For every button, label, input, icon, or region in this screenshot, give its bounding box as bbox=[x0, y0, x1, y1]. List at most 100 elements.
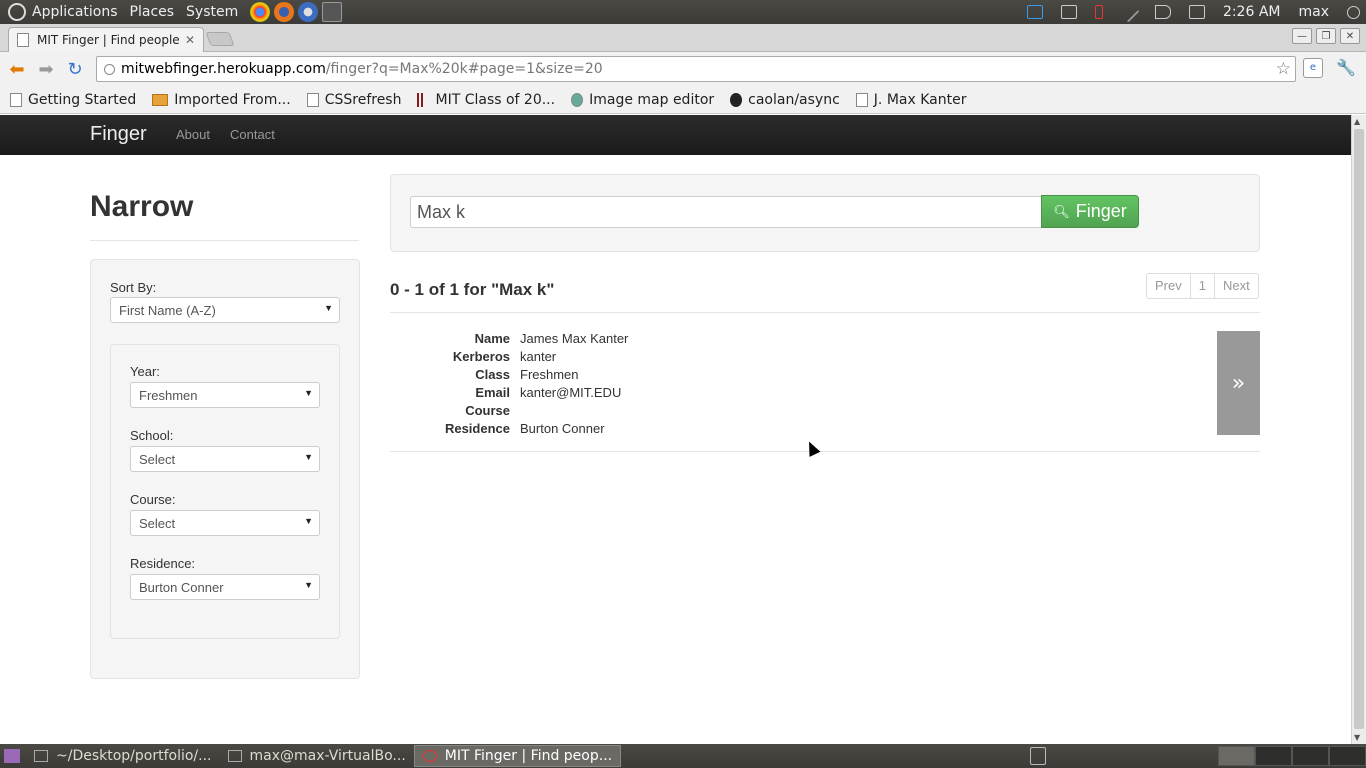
divider bbox=[390, 451, 1260, 452]
trash-icon[interactable] bbox=[1030, 747, 1046, 765]
workspace-3[interactable] bbox=[1292, 746, 1329, 766]
taskbar-item-nautilus[interactable]: ~/Desktop/portfolio/... bbox=[26, 745, 220, 767]
search-input[interactable]: Max k bbox=[410, 196, 1042, 228]
tab-title: MIT Finger | Find people a bbox=[37, 33, 179, 47]
bookmark-item[interactable]: caolan/async bbox=[730, 92, 840, 108]
map-icon bbox=[571, 92, 584, 107]
forward-icon[interactable]: ➡ bbox=[34, 57, 58, 81]
menu-places[interactable]: Places bbox=[130, 4, 175, 20]
bookmark-star-icon[interactable]: ☆ bbox=[1276, 59, 1291, 79]
folder-icon bbox=[152, 93, 169, 106]
vertical-scrollbar[interactable]: ▲ ▼ bbox=[1351, 115, 1366, 744]
user-menu[interactable]: max bbox=[1298, 4, 1329, 20]
workspace-2[interactable] bbox=[1255, 746, 1292, 766]
school-select[interactable]: Select ▼ bbox=[130, 446, 320, 472]
bookmark-label: J. Max Kanter bbox=[873, 91, 967, 108]
chrome-launcher-icon[interactable] bbox=[250, 2, 271, 22]
menu-applications[interactable]: Applications bbox=[32, 4, 118, 20]
bookmark-item[interactable]: Image map editor bbox=[571, 92, 714, 108]
display-icon[interactable] bbox=[1060, 5, 1077, 19]
chevron-down-icon: ▼ bbox=[304, 452, 313, 462]
site-navbar: Finger About Contact bbox=[0, 115, 1351, 155]
pagination-page[interactable]: 1 bbox=[1191, 274, 1215, 298]
bookmark-label: CSSrefresh bbox=[324, 91, 402, 108]
taskbar-item-chrome[interactable]: MIT Finger | Find peop... bbox=[413, 745, 622, 767]
course-value: Select bbox=[139, 516, 176, 531]
bookmark-folder[interactable]: Imported From... bbox=[152, 92, 291, 108]
bottom-panel: ~/Desktop/portfolio/... max@max-VirtualB… bbox=[0, 744, 1366, 768]
pagination-next[interactable]: Next bbox=[1215, 274, 1258, 298]
clock[interactable]: 2:26 AM bbox=[1223, 4, 1281, 20]
reload-icon[interactable]: ↻ bbox=[63, 57, 87, 81]
menu-system[interactable]: System bbox=[186, 4, 238, 20]
field-label: Class bbox=[475, 367, 510, 382]
course-label: Course: bbox=[130, 492, 176, 507]
url-path: /finger?q=Max%20k#page=1&size=20 bbox=[325, 61, 603, 77]
site-brand[interactable]: Finger bbox=[90, 123, 147, 146]
year-select[interactable]: Freshmen ▼ bbox=[130, 382, 320, 408]
bookmark-item[interactable]: J. Max Kanter bbox=[855, 91, 967, 108]
firefox-launcher-icon[interactable] bbox=[274, 2, 295, 22]
mail-icon[interactable] bbox=[1188, 5, 1205, 19]
filter-panel: Sort By: First Name (A-Z) ▼ Year: Freshm… bbox=[90, 259, 360, 679]
scroll-down-icon[interactable]: ▼ bbox=[1354, 733, 1360, 742]
bookmark-label: Getting Started bbox=[28, 91, 137, 108]
course-select[interactable]: Select ▼ bbox=[130, 510, 320, 536]
bookmark-item[interactable]: CSSrefresh bbox=[306, 91, 402, 108]
address-bar[interactable]: mitwebfinger.herokuapp.com/finger?q=Max%… bbox=[96, 56, 1296, 82]
pagination-prev[interactable]: Prev bbox=[1147, 274, 1191, 298]
extension-icon[interactable]: e bbox=[1303, 58, 1323, 78]
workspace-1[interactable] bbox=[1218, 746, 1255, 766]
sort-select[interactable]: First Name (A-Z) ▼ bbox=[110, 297, 340, 323]
pagination: Prev 1 Next bbox=[1146, 273, 1259, 299]
divider bbox=[390, 312, 1260, 313]
filter-subpanel: Year: Freshmen ▼ School: Select ▼ Course… bbox=[110, 344, 340, 639]
workspace-4[interactable] bbox=[1329, 746, 1366, 766]
ubuntu-logo-icon[interactable] bbox=[8, 3, 26, 21]
back-icon[interactable]: ⬅ bbox=[5, 57, 29, 81]
workspace-switcher bbox=[1218, 746, 1366, 766]
finger-search-button[interactable]: 🔍︎ Finger bbox=[1041, 195, 1139, 228]
sublime-launcher-icon[interactable] bbox=[322, 2, 343, 22]
field-label: Residence bbox=[444, 421, 510, 436]
show-desktop-icon[interactable] bbox=[4, 749, 20, 763]
scroll-up-icon[interactable]: ▲ bbox=[1354, 117, 1360, 126]
minimize-icon[interactable]: — bbox=[1292, 28, 1312, 44]
battery-icon[interactable] bbox=[1094, 5, 1103, 19]
year-value: Freshmen bbox=[139, 388, 198, 403]
browser-toolbar: ⬅ ➡ ↻ mitwebfinger.herokuapp.com/finger?… bbox=[0, 52, 1366, 86]
search-icon: 🔍︎ bbox=[1053, 203, 1070, 219]
globe-icon bbox=[104, 64, 115, 75]
browser-tabbar: MIT Finger | Find people a ✕ — ❐ ✕ bbox=[0, 24, 1366, 52]
bookmark-item[interactable]: Getting Started bbox=[10, 92, 136, 108]
bookmark-label: caolan/async bbox=[748, 91, 840, 108]
new-tab-button[interactable] bbox=[205, 32, 235, 46]
network-icon[interactable] bbox=[1118, 1, 1140, 23]
web-browser-launcher-icon[interactable] bbox=[298, 2, 319, 22]
mit-logo-icon bbox=[417, 92, 430, 107]
field-label: Email bbox=[475, 385, 510, 400]
nav-contact[interactable]: Contact bbox=[230, 127, 275, 142]
result-details-button[interactable]: » bbox=[1217, 331, 1260, 435]
divider bbox=[90, 240, 359, 241]
browser-tab[interactable]: MIT Finger | Find people a ✕ bbox=[8, 27, 204, 52]
bookmark-item[interactable]: MIT Class of 20... bbox=[417, 92, 555, 108]
close-tab-icon[interactable]: ✕ bbox=[185, 33, 195, 47]
close-window-icon[interactable]: ✕ bbox=[1340, 28, 1360, 44]
residence-select[interactable]: Burton Conner ▼ bbox=[130, 574, 320, 600]
page-icon bbox=[17, 33, 29, 47]
dropbox-icon[interactable] bbox=[1026, 5, 1043, 19]
scrollbar-thumb[interactable] bbox=[1354, 129, 1364, 729]
sort-value: First Name (A-Z) bbox=[119, 303, 216, 318]
results-heading: 0 - 1 of 1 for "Max k" bbox=[390, 280, 555, 299]
taskbar-item-terminal[interactable]: max@max-VirtualBo... bbox=[220, 745, 414, 767]
nav-about[interactable]: About bbox=[176, 127, 210, 142]
wrench-icon[interactable]: 🔧 bbox=[1336, 58, 1356, 77]
restore-icon[interactable]: ❐ bbox=[1316, 28, 1336, 44]
task-label: ~/Desktop/portfolio/... bbox=[56, 748, 212, 764]
chevron-down-icon: ▼ bbox=[324, 303, 333, 313]
volume-icon[interactable] bbox=[1154, 5, 1171, 19]
power-icon[interactable] bbox=[1347, 5, 1360, 19]
folder-icon bbox=[34, 750, 48, 762]
chrome-icon bbox=[422, 750, 437, 762]
